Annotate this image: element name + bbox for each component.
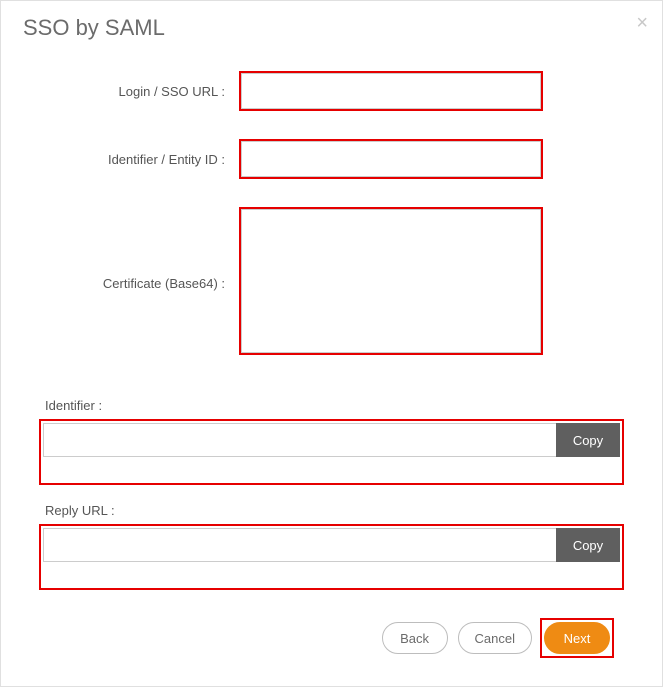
textarea-certificate[interactable] [241,209,541,353]
label-certificate: Certificate (Base64) : [41,276,241,291]
input-reply-url-readonly[interactable] [43,528,556,562]
modal-title: SSO by SAML [23,15,642,41]
modal-body: Login / SSO URL : Identifier / Entity ID… [1,53,662,686]
copy-identifier-button[interactable]: Copy [556,423,620,457]
modal-header: SSO by SAML × [1,1,662,53]
input-entity-id[interactable] [241,141,541,177]
modal-footer: Back Cancel Next [41,614,622,666]
copy-reply-url-button[interactable]: Copy [556,528,620,562]
label-identifier: Identifier : [45,398,622,413]
cancel-button[interactable]: Cancel [458,622,532,654]
sso-saml-modal: SSO by SAML × Login / SSO URL : Identifi… [0,0,663,687]
row-login-url: Login / SSO URL : [41,73,622,109]
reply-url-copy-group: Copy [41,526,622,588]
label-reply-url: Reply URL : [45,503,622,518]
row-certificate: Certificate (Base64) : [41,209,622,358]
input-login-url[interactable] [241,73,541,109]
label-entity-id: Identifier / Entity ID : [41,152,241,167]
identifier-copy-group: Copy [41,421,622,483]
back-button[interactable]: Back [382,622,448,654]
close-icon[interactable]: × [636,13,648,33]
next-button[interactable]: Next [544,622,610,654]
input-identifier-readonly[interactable] [43,423,556,457]
label-login-url: Login / SSO URL : [41,84,241,99]
next-button-highlight: Next [542,620,612,656]
row-entity-id: Identifier / Entity ID : [41,141,622,177]
